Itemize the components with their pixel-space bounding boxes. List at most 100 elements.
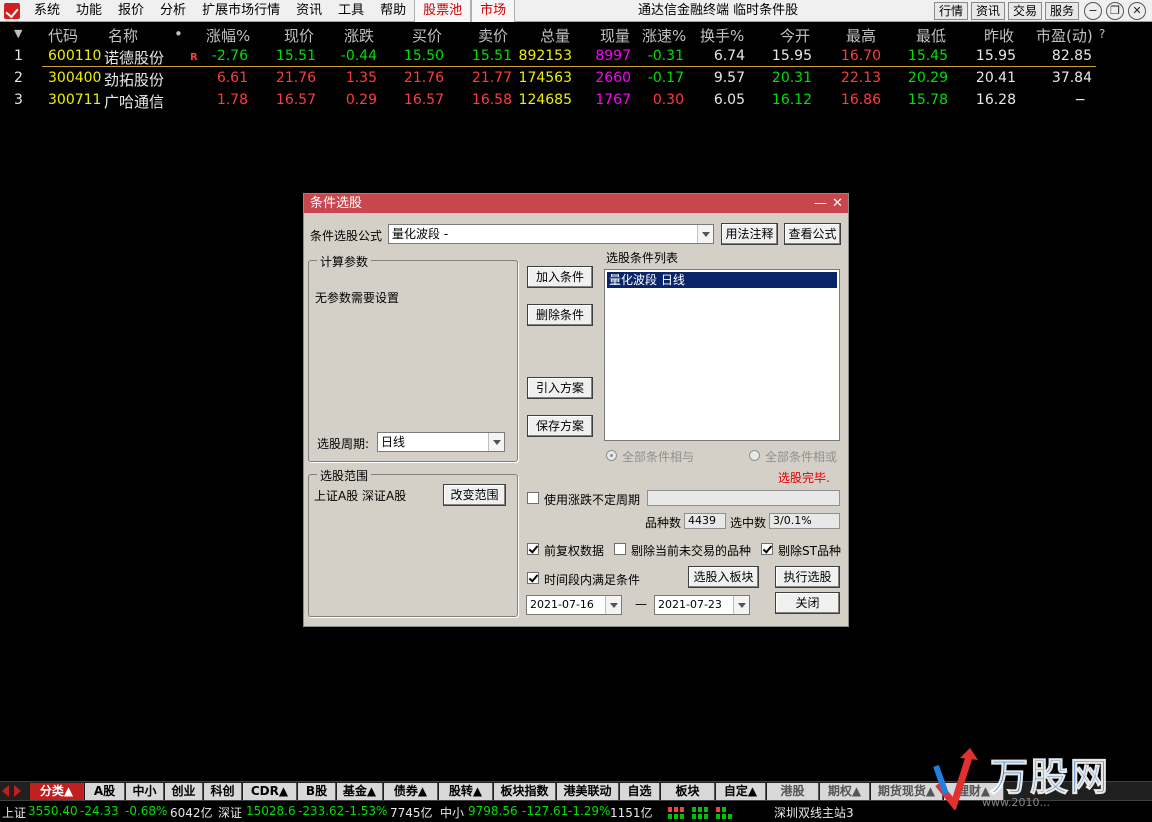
- col-volume[interactable]: 总量: [540, 25, 570, 46]
- no-params-text: 无参数需要设置: [315, 291, 400, 305]
- col-price[interactable]: 现价: [284, 25, 314, 46]
- change-range-button[interactable]: 改变范围: [443, 484, 506, 506]
- news-button[interactable]: 资讯: [971, 2, 1005, 20]
- condition-list[interactable]: 量化波段 日线: [604, 269, 840, 441]
- col-pct-change[interactable]: 涨幅%: [206, 25, 250, 46]
- tab-fund[interactable]: 基金▲: [337, 783, 383, 800]
- selection-underline: [42, 66, 1096, 67]
- current-volume: 2660: [595, 70, 631, 86]
- chevron-down-icon[interactable]: [697, 225, 713, 243]
- sz-change: -233.62: [298, 804, 345, 818]
- chevron-down-icon[interactable]: [733, 596, 749, 614]
- menu-quote[interactable]: 报价: [110, 0, 152, 22]
- delete-condition-button[interactable]: 删除条件: [527, 304, 593, 326]
- menu-system[interactable]: 系统: [26, 0, 68, 22]
- menu-news[interactable]: 资讯: [288, 0, 330, 22]
- col-bid[interactable]: 买价: [412, 25, 442, 46]
- col-high[interactable]: 最高: [846, 25, 876, 46]
- menu-extended-market[interactable]: 扩展市场行情: [194, 0, 288, 22]
- restore-icon[interactable]: ❐: [1106, 2, 1124, 20]
- tab-custom[interactable]: 自定▲: [716, 783, 766, 800]
- variable-period-field[interactable]: [647, 490, 840, 506]
- add-to-block-button[interactable]: 选股入板块: [688, 566, 759, 588]
- view-formula-button[interactable]: 查看公式: [784, 223, 841, 245]
- col-pe[interactable]: 市盈(动): [1036, 25, 1093, 46]
- table-row[interactable]: 3 300711 广哈通信 1.78 16.57 0.29 16.57 16.5…: [0, 90, 1152, 112]
- tab-bond[interactable]: 债券▲: [384, 783, 438, 800]
- col-turnover[interactable]: 换手%: [700, 25, 744, 46]
- tab-sector-index[interactable]: 板块指数: [494, 783, 556, 800]
- tab-a-share[interactable]: A股: [85, 783, 125, 800]
- volume: 124685: [518, 92, 572, 108]
- period-satisfy-checkbox[interactable]: [527, 572, 539, 584]
- close-icon[interactable]: ✕: [1128, 2, 1146, 20]
- tab-hk-us-link[interactable]: 港美联动: [557, 783, 619, 800]
- import-scheme-button[interactable]: 引入方案: [527, 377, 593, 399]
- dialog-minimize-icon[interactable]: —: [814, 194, 827, 213]
- tab-watchlist[interactable]: 自选: [620, 783, 660, 800]
- exclude-untraded-checkbox[interactable]: [614, 543, 626, 555]
- col-code[interactable]: 代码: [48, 25, 78, 46]
- exclude-st-checkbox[interactable]: [761, 543, 773, 555]
- col-speed[interactable]: 涨速%: [642, 25, 686, 46]
- col-ask[interactable]: 卖价: [478, 25, 508, 46]
- tab-hk-stock[interactable]: 港股: [767, 783, 819, 800]
- period-select[interactable]: 日线: [377, 432, 505, 452]
- usage-notes-button[interactable]: 用法注释: [721, 223, 778, 245]
- ask: 21.77: [471, 70, 512, 86]
- trade-button[interactable]: 交易: [1008, 2, 1042, 20]
- save-scheme-button[interactable]: 保存方案: [527, 415, 593, 437]
- date-to-picker[interactable]: 2021-07-23: [654, 595, 750, 615]
- chevron-down-icon[interactable]: [488, 433, 504, 451]
- tab-chinext[interactable]: 创业: [165, 783, 203, 800]
- menu-help[interactable]: 帮助: [372, 0, 414, 22]
- exclude-st-label: 剔除ST品种: [778, 544, 841, 558]
- tab-block[interactable]: 板块: [661, 783, 715, 800]
- minimize-icon[interactable]: −: [1084, 2, 1102, 20]
- tab-next-icon[interactable]: [14, 785, 21, 797]
- tab-category[interactable]: 分类▲: [30, 783, 84, 800]
- variable-period-checkbox[interactable]: [527, 492, 539, 504]
- col-prev-close[interactable]: 昨收: [984, 25, 1014, 46]
- menu-market[interactable]: 市场: [471, 0, 516, 22]
- chevron-down-icon[interactable]: [605, 596, 621, 614]
- tab-b-share[interactable]: B股: [298, 783, 336, 800]
- col-name[interactable]: 名称: [108, 25, 138, 46]
- close-button[interactable]: 关闭: [775, 592, 840, 614]
- tab-options[interactable]: 期权▲: [820, 783, 870, 800]
- dialog-close-icon[interactable]: ✕: [832, 194, 843, 213]
- col-current-volume[interactable]: 现量: [600, 25, 630, 46]
- quote-button[interactable]: 行情: [934, 2, 968, 20]
- prev-close: 16.28: [975, 92, 1016, 108]
- table-row[interactable]: 2 300400 劲拓股份 6.61 21.76 1.35 21.76 21.7…: [0, 68, 1152, 90]
- date-from-picker[interactable]: 2021-07-16: [526, 595, 622, 615]
- tab-cdr[interactable]: CDR▲: [243, 783, 297, 800]
- menu-function[interactable]: 功能: [68, 0, 110, 22]
- tab-neeq[interactable]: 股转▲: [439, 783, 493, 800]
- list-item[interactable]: 量化波段 日线: [607, 272, 837, 288]
- col-low[interactable]: 最低: [916, 25, 946, 46]
- dialog-title-bar[interactable]: 条件选股 — ✕: [304, 194, 848, 213]
- add-condition-button[interactable]: 加入条件: [527, 266, 593, 288]
- tab-star[interactable]: 科创: [204, 783, 242, 800]
- table-row[interactable]: 1 600110 诺德股份 R -2.76 15.51 -0.44 15.50 …: [0, 46, 1152, 68]
- col-change[interactable]: 涨跌: [344, 25, 374, 46]
- menu-analysis[interactable]: 分析: [152, 0, 194, 22]
- adjust-checkbox[interactable]: [527, 543, 539, 555]
- help-icon[interactable]: ?: [1099, 27, 1105, 41]
- sz-index: 15028.6: [246, 804, 296, 818]
- col-dot[interactable]: •: [174, 25, 183, 43]
- formula-select[interactable]: 量化波段 -: [388, 224, 714, 244]
- radio-and[interactable]: [606, 450, 617, 461]
- service-button[interactable]: 服务: [1045, 2, 1079, 20]
- menu-stock-pool[interactable]: 股票池: [414, 0, 472, 22]
- tab-prev-icon[interactable]: [2, 785, 9, 797]
- sort-arrow-icon[interactable]: ▼: [14, 27, 22, 40]
- execute-screen-button[interactable]: 执行选股: [775, 566, 840, 588]
- menu-tools[interactable]: 工具: [330, 0, 372, 22]
- radio-or[interactable]: [749, 450, 760, 461]
- col-open[interactable]: 今开: [780, 25, 810, 46]
- watermark-logo-icon: [933, 748, 978, 810]
- tab-sme[interactable]: 中小: [126, 783, 164, 800]
- sh-index: 3550.40: [28, 804, 78, 818]
